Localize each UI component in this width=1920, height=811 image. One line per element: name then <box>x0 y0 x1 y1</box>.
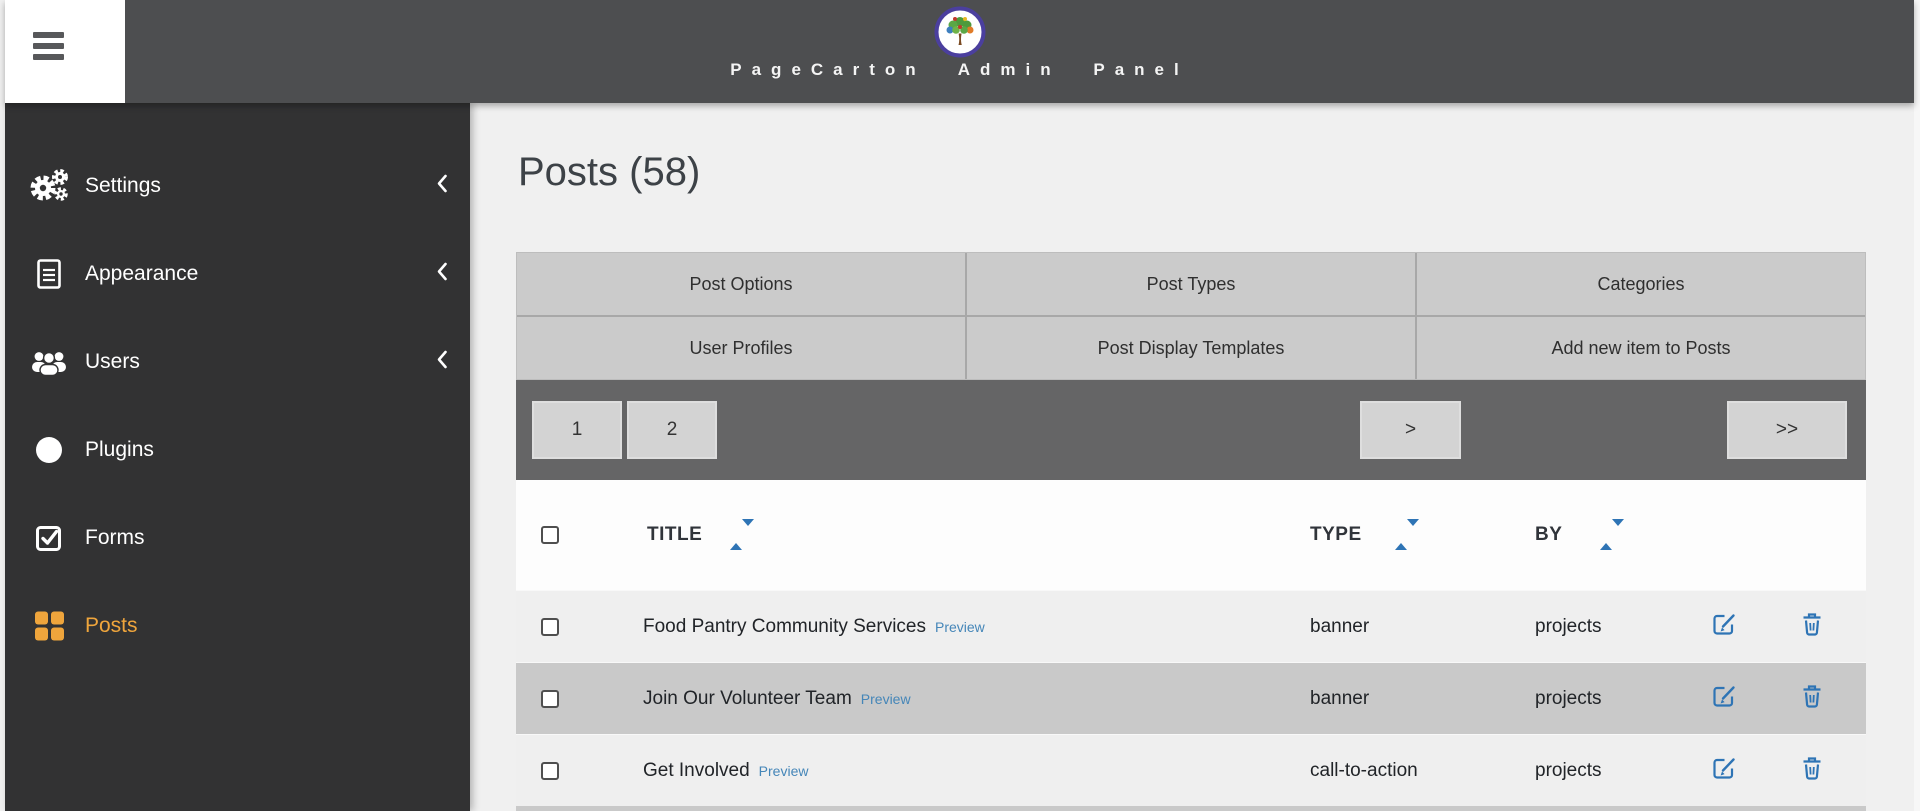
app-title: PageCarton Admin Panel <box>5 60 1914 80</box>
sidebar-item-label: Settings <box>85 174 161 198</box>
sidebar-item-settings[interactable]: Settings <box>5 142 470 230</box>
tab-categories[interactable]: Categories <box>1417 253 1865 315</box>
grid-icon <box>28 612 70 641</box>
column-header-title: TITLE <box>647 524 702 546</box>
tab-post-display-templates[interactable]: Post Display Templates <box>967 317 1415 379</box>
post-title: Join Our Volunteer TeamPreview <box>643 688 911 710</box>
edit-icon[interactable] <box>1712 612 1736 642</box>
scrollbar-track[interactable] <box>1914 0 1920 811</box>
sidebar-item-users[interactable]: Users <box>5 318 470 406</box>
preview-link[interactable]: Preview <box>935 619 985 635</box>
trash-icon[interactable] <box>1802 756 1822 786</box>
post-title: Food Pantry Community ServicesPreview <box>643 616 985 638</box>
trash-icon[interactable] <box>1802 684 1822 714</box>
preview-link[interactable]: Preview <box>861 691 911 707</box>
sidebar-item-plugins[interactable]: Plugins <box>5 406 470 494</box>
post-type: call-to-action <box>1310 760 1418 782</box>
table-row: Food Pantry Community ServicesPreview ba… <box>516 590 1866 662</box>
column-header-by: BY <box>1535 524 1562 546</box>
row-checkbox[interactable] <box>541 690 559 708</box>
row-checkbox[interactable] <box>541 618 559 636</box>
sort-title-icon[interactable] <box>730 526 754 544</box>
sidebar-item-label: Appearance <box>85 262 198 286</box>
table-row: Get InvolvedPreview call-to-action proje… <box>516 734 1866 806</box>
preview-link[interactable]: Preview <box>759 763 809 779</box>
admin-panel: PageCarton Admin Panel Settings <box>0 0 1920 811</box>
sort-by-icon[interactable] <box>1600 526 1624 544</box>
post-type: banner <box>1310 688 1369 710</box>
cogs-icon <box>28 168 70 204</box>
pagecarton-logo <box>934 6 986 58</box>
chevron-left-icon <box>436 262 448 287</box>
table-row: Join Our Volunteer TeamPreview banner pr… <box>516 662 1866 734</box>
page-2-button[interactable]: 2 <box>627 401 717 459</box>
next-page-button[interactable]: > <box>1360 401 1461 459</box>
page-1-button[interactable]: 1 <box>532 401 622 459</box>
sidebar-item-label: Forms <box>85 526 145 550</box>
last-page-button[interactable]: >> <box>1727 401 1847 459</box>
sort-type-icon[interactable] <box>1395 526 1419 544</box>
sidebar-item-forms[interactable]: Forms <box>5 494 470 582</box>
sidebar-item-label: Plugins <box>85 438 154 462</box>
circle-icon <box>28 437 70 463</box>
users-icon <box>28 348 70 376</box>
edit-icon[interactable] <box>1712 756 1736 786</box>
sidebar-item-label: Posts <box>85 614 138 638</box>
tab-add-new-item[interactable]: Add new item to Posts <box>1417 317 1865 379</box>
posts-actions-grid: Post Options Post Types Categories User … <box>516 252 1866 380</box>
table-header-row: TITLE TYPE BY <box>516 480 1866 590</box>
next-row-edge <box>516 806 1866 811</box>
post-by: projects <box>1535 760 1602 782</box>
tab-user-profiles[interactable]: User Profiles <box>517 317 965 379</box>
post-type: banner <box>1310 616 1369 638</box>
file-icon <box>28 258 70 290</box>
pagination-bar: 1 2 > >> <box>516 380 1866 480</box>
edit-icon[interactable] <box>1712 684 1736 714</box>
post-title: Get InvolvedPreview <box>643 760 808 782</box>
post-by: projects <box>1535 688 1602 710</box>
row-checkbox[interactable] <box>541 762 559 780</box>
sidebar: Settings Appearance <box>5 103 470 811</box>
post-by: projects <box>1535 616 1602 638</box>
check-square-icon <box>28 524 70 552</box>
page-title: Posts (58) <box>518 150 700 195</box>
tab-post-types[interactable]: Post Types <box>967 253 1415 315</box>
tab-post-options[interactable]: Post Options <box>517 253 965 315</box>
menu-toggle-button[interactable] <box>5 0 125 103</box>
sidebar-item-label: Users <box>85 350 140 374</box>
sidebar-item-posts[interactable]: Posts <box>5 582 470 670</box>
sidebar-item-appearance[interactable]: Appearance <box>5 230 470 318</box>
chevron-left-icon <box>436 174 448 199</box>
top-header: PageCarton Admin Panel <box>5 0 1914 103</box>
select-all-checkbox[interactable] <box>541 526 559 544</box>
column-header-type: TYPE <box>1310 524 1362 546</box>
chevron-left-icon <box>436 350 448 375</box>
trash-icon[interactable] <box>1802 612 1822 642</box>
